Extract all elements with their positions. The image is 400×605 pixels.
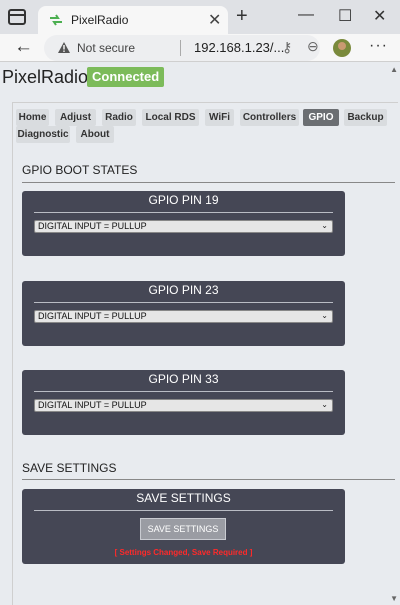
avatar[interactable]	[333, 39, 351, 57]
card-title: GPIO PIN 33	[148, 372, 219, 386]
save-settings-card: SAVE SETTINGS SAVE SETTINGS [ Settings C…	[22, 489, 345, 564]
back-arrow-icon[interactable]: ←	[14, 36, 33, 58]
card-divider	[34, 212, 333, 213]
window-close-icon[interactable]: ✕	[373, 6, 386, 26]
tab-title: PixelRadio	[71, 13, 129, 27]
gpio-19-select[interactable]: DIGITAL INPUT = PULLUP ⌄	[34, 220, 333, 233]
close-icon[interactable]: ✕	[208, 10, 221, 30]
save-required-warning: [ Settings Changed, Save Required ]	[114, 548, 253, 557]
gpio-card-33: GPIO PIN 33 DIGITAL INPUT = PULLUP ⌄	[22, 370, 345, 435]
pixelradio-favicon-icon	[50, 14, 62, 26]
minimize-icon[interactable]: —	[298, 6, 314, 24]
security-label[interactable]: Not secure	[77, 41, 135, 55]
select-value: DIGITAL INPUT = PULLUP	[38, 400, 147, 410]
browser-tab-bar: PixelRadio ✕ + — ☐ ✕	[0, 0, 400, 34]
chevron-down-icon: ⌄	[321, 221, 328, 230]
section-divider	[22, 479, 395, 480]
gpio-section-title: GPIO BOOT STATES	[22, 163, 138, 177]
card-divider	[34, 391, 333, 392]
zoom-icon[interactable]: ⊖	[307, 38, 319, 55]
more-options-icon[interactable]: ···	[369, 37, 388, 55]
browser-tab[interactable]: PixelRadio ✕	[38, 6, 228, 34]
save-section-title: SAVE SETTINGS	[22, 461, 117, 475]
tab-actions-icon[interactable]	[8, 9, 26, 25]
url-text[interactable]: 192.168.1.23/...	[194, 40, 284, 55]
key-icon[interactable]: ⚷	[282, 39, 292, 56]
maximize-icon[interactable]: ☐	[338, 6, 352, 26]
gpio-card-23: GPIO PIN 23 DIGITAL INPUT = PULLUP ⌄	[22, 281, 345, 346]
card-title: GPIO PIN 23	[148, 283, 219, 297]
section-divider	[22, 182, 395, 183]
new-tab-icon[interactable]: +	[236, 5, 248, 28]
save-settings-button[interactable]: SAVE SETTINGS	[140, 518, 226, 540]
select-value: DIGITAL INPUT = PULLUP	[38, 221, 147, 231]
chevron-down-icon: ⌄	[321, 311, 328, 320]
url-box[interactable]: Not secure 192.168.1.23/... ⚷ ⊖ ☆	[44, 35, 349, 61]
gpio-23-select[interactable]: DIGITAL INPUT = PULLUP ⌄	[34, 310, 333, 323]
scroll-down-icon[interactable]: ▼	[390, 594, 398, 603]
warning-icon	[58, 42, 70, 53]
scroll-up-icon[interactable]: ▲	[390, 65, 398, 74]
select-value: DIGITAL INPUT = PULLUP	[38, 311, 147, 321]
card-title: SAVE SETTINGS	[136, 491, 231, 505]
gpio-card-19: GPIO PIN 19 DIGITAL INPUT = PULLUP ⌄	[22, 191, 345, 256]
gpio-33-select[interactable]: DIGITAL INPUT = PULLUP ⌄	[34, 399, 333, 412]
brand-title: PixelRadio	[2, 67, 89, 87]
status-badge: Connected	[87, 67, 165, 87]
card-divider	[34, 510, 333, 511]
card-divider	[34, 302, 333, 303]
chevron-down-icon: ⌄	[321, 400, 328, 409]
url-divider	[180, 40, 181, 56]
card-title: GPIO PIN 19	[148, 193, 219, 207]
web-page: PixelRadio Connected Home Adjust Radio L…	[0, 62, 400, 605]
